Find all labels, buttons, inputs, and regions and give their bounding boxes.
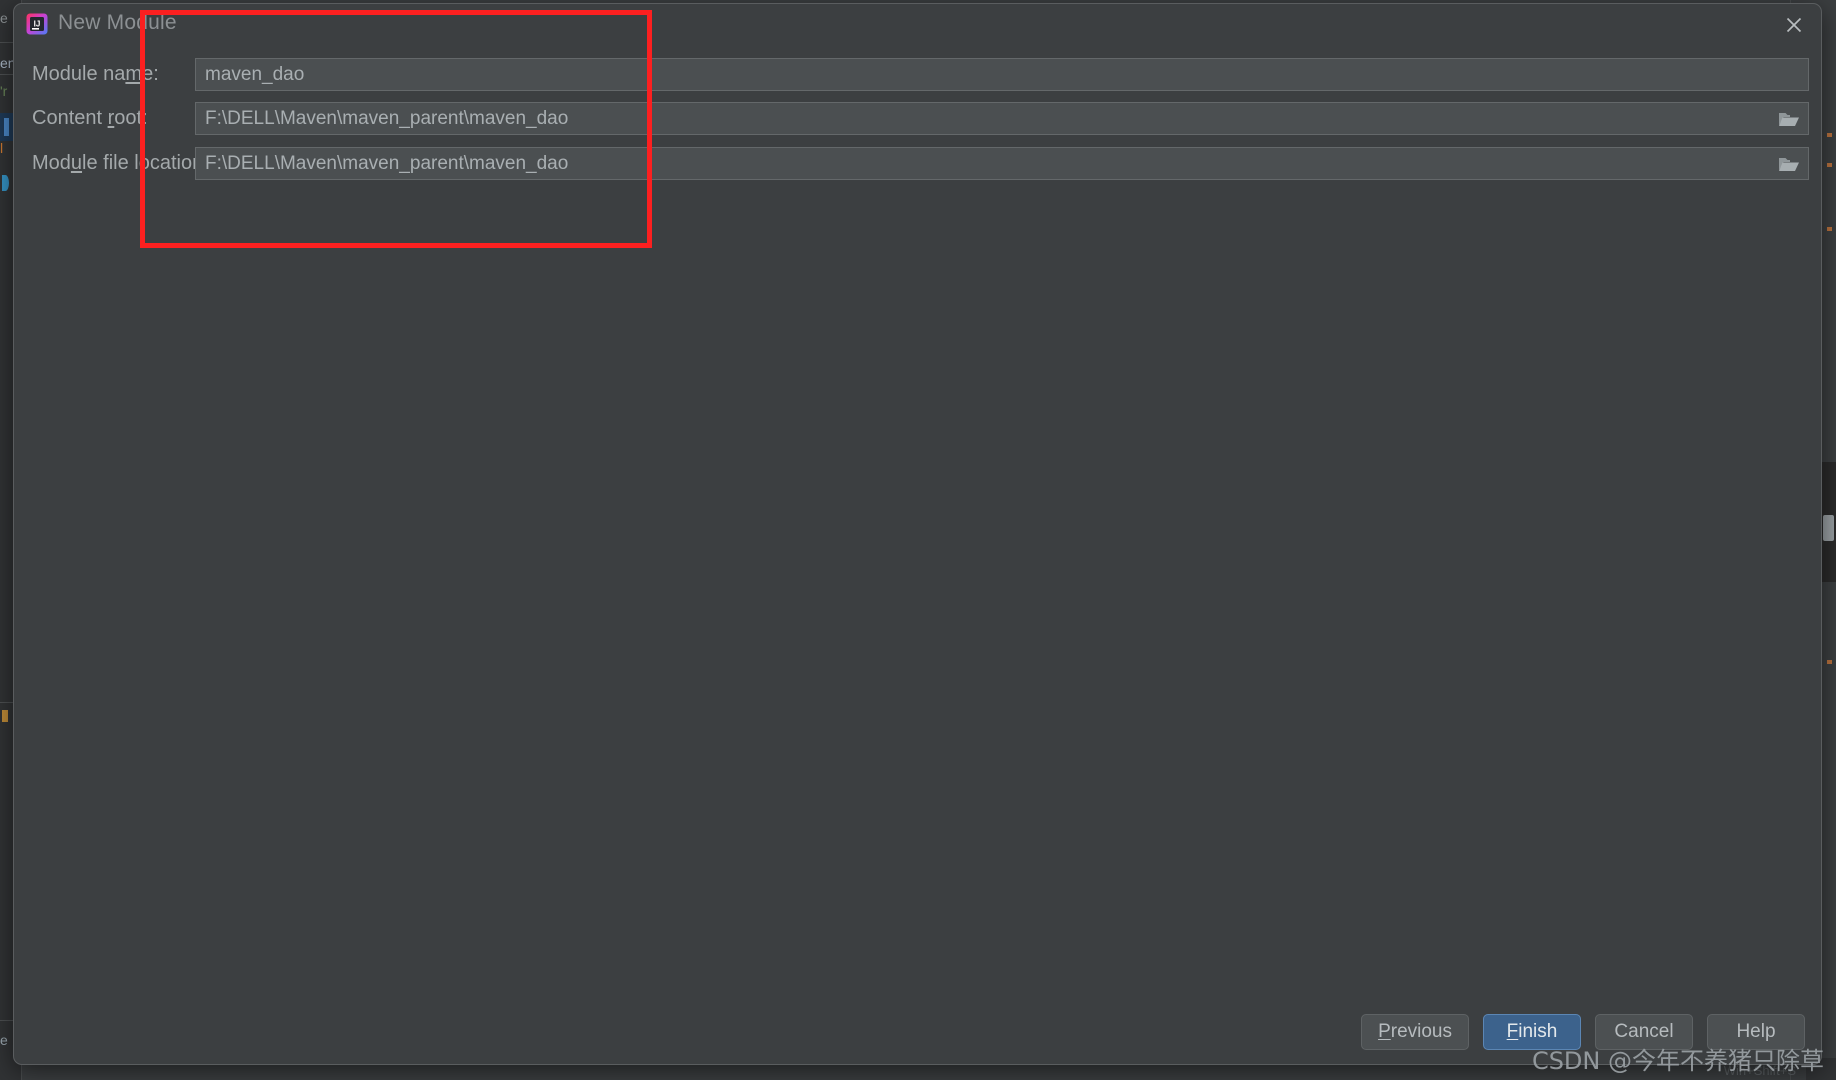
ide-scrollbar-thumb[interactable] [1823, 515, 1834, 541]
new-module-dialog: IJ New Module Module name: maven_dao Con… [13, 3, 1822, 1065]
module-name-input[interactable]: maven_dao [195, 58, 1809, 91]
previous-button[interactable]: Previous [1361, 1014, 1469, 1050]
close-icon[interactable] [1777, 10, 1811, 40]
ide-change-marker-icon [2, 710, 8, 722]
ide-warning-marker-icon [1827, 163, 1832, 167]
intellij-idea-icon: IJ [26, 13, 48, 35]
form-row-module-name: Module name: maven_dao [14, 52, 1821, 97]
dialog-title: New Module [58, 11, 177, 34]
folder-browse-icon[interactable] [1770, 148, 1808, 179]
ide-warning-marker-icon [1827, 227, 1832, 231]
content-root-value: F:\DELL\Maven\maven_parent\maven_dao [205, 107, 569, 129]
module-file-location-value: F:\DELL\Maven\maven_parent\maven_dao [205, 152, 569, 174]
ide-warning-marker-icon [1827, 660, 1832, 664]
module-file-location-input[interactable]: F:\DELL\Maven\maven_parent\maven_dao [195, 147, 1809, 180]
folder-browse-icon[interactable] [1770, 103, 1808, 134]
ide-run-marker-icon [2, 175, 9, 191]
module-name-value: maven_dao [205, 63, 305, 85]
csdn-watermark: CSDN @今年不养猪只除草 [1531, 1047, 1824, 1075]
svg-text:IJ: IJ [34, 20, 41, 29]
module-name-label: Module name: [32, 63, 159, 85]
content-root-label: Content root: [32, 107, 148, 129]
form-row-module-file-location: Module file location: F:\DELL\Maven\mave… [14, 141, 1821, 186]
module-file-location-label: Module file location: [32, 152, 209, 174]
ide-warning-marker-icon [1827, 133, 1832, 137]
content-root-input[interactable]: F:\DELL\Maven\maven_parent\maven_dao [195, 102, 1809, 135]
form-row-content-root: Content root: F:\DELL\Maven\maven_parent… [14, 96, 1821, 141]
dialog-titlebar[interactable]: IJ New Module [14, 4, 1821, 44]
